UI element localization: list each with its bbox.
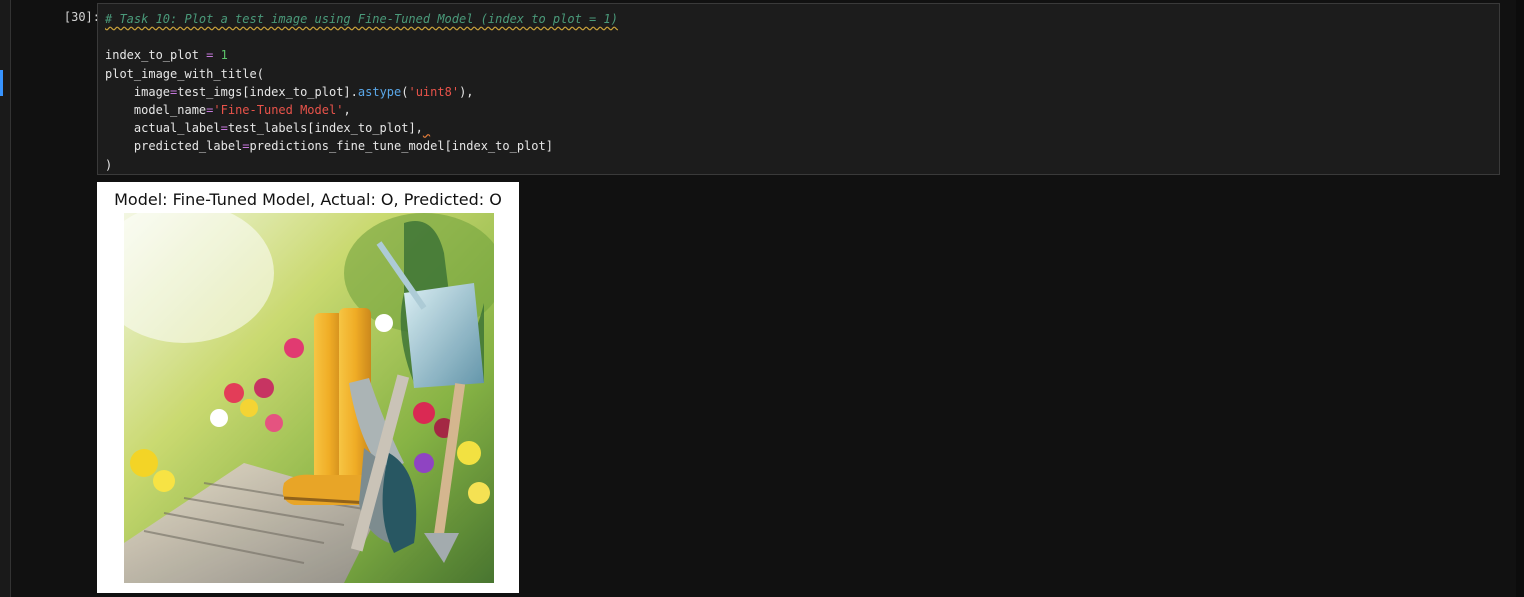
- code-string: 'Fine-Tuned Model': [213, 102, 344, 117]
- code-line-arg-predicted: predicted_label=predictions_fine_tune_mo…: [105, 137, 1499, 155]
- code-arg-value: test_labels[index_to_plot],: [227, 121, 423, 136]
- execution-count: [30]:: [63, 10, 100, 24]
- code-number: 1: [220, 48, 228, 63]
- code-arg-value: test_imgs[index_to_plot].: [177, 84, 358, 99]
- cell-output: Model: Fine-Tuned Model, Actual: O, Pred…: [97, 182, 519, 593]
- notebook-page: [30]: # Task 10: Plot a test image using…: [0, 0, 1524, 597]
- code-operator: =: [198, 48, 221, 63]
- code-line-arg-actual: actual_label=test_labels[index_to_plot],: [105, 119, 1499, 137]
- scrollbar[interactable]: [1516, 0, 1524, 597]
- code-comma: ,: [343, 102, 351, 117]
- code-string: 'uint8': [408, 84, 460, 99]
- code-function-call: plot_image_with_title(: [105, 66, 264, 81]
- garden-photo-illustration: [124, 213, 494, 583]
- code-operator: =: [242, 139, 250, 154]
- code-line-close: ): [105, 156, 1499, 174]
- code-line-arg-model: model_name='Fine-Tuned Model',: [105, 101, 1499, 119]
- code-arg-value: predictions_fine_tune_model[index_to_plo…: [249, 139, 553, 154]
- code-line-comment: # Task 10: Plot a test image using Fine-…: [105, 10, 1499, 28]
- active-cell-marker: [0, 70, 3, 96]
- code-arg-name: model_name: [105, 102, 207, 117]
- code-arg-name: actual_label: [105, 121, 221, 136]
- code-method: astype: [357, 84, 402, 99]
- code-paren: ): [105, 157, 113, 172]
- code-line-call: plot_image_with_title(: [105, 65, 1499, 83]
- code-line-arg-image: image=test_imgs[index_to_plot].astype('u…: [105, 83, 1499, 101]
- code-lint-squiggle: [423, 121, 430, 135]
- code-arg-name: predicted_label: [105, 139, 243, 154]
- plot-title: Model: Fine-Tuned Model, Actual: O, Pred…: [114, 190, 502, 209]
- code-arg-name: image: [105, 84, 171, 99]
- code-cell[interactable]: [30]: # Task 10: Plot a test image using…: [12, 0, 1512, 597]
- code-line-index: index_to_plot = 1: [105, 46, 1499, 64]
- garden-photo: [124, 213, 494, 583]
- code-paren: ),: [459, 84, 474, 99]
- code-editor[interactable]: # Task 10: Plot a test image using Fine-…: [97, 3, 1500, 175]
- code-operator: =: [220, 121, 228, 136]
- code-comment: # Task 10: Plot a test image using Fine-…: [105, 12, 618, 26]
- code-var: index_to_plot: [105, 48, 199, 63]
